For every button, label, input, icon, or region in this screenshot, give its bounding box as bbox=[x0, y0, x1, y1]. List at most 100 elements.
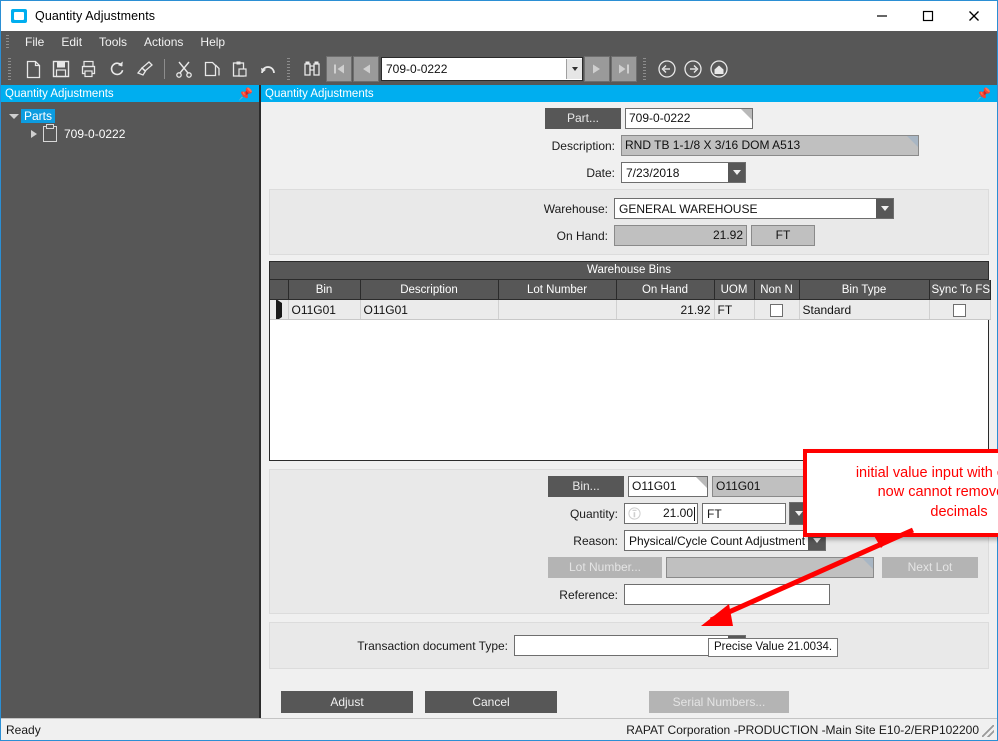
cell-uom: FT bbox=[714, 299, 755, 320]
close-icon[interactable] bbox=[951, 1, 997, 31]
grid-col-lot-number[interactable]: Lot Number bbox=[498, 280, 617, 300]
expander-collapse-icon[interactable] bbox=[7, 113, 21, 119]
grid-col-uom[interactable]: UOM bbox=[714, 280, 755, 300]
lot-number-button: Lot Number... bbox=[548, 557, 662, 578]
forward-icon[interactable] bbox=[680, 56, 706, 82]
menu-bar: File Edit Tools Actions Help bbox=[1, 31, 997, 53]
menu-tools[interactable]: Tools bbox=[91, 33, 135, 51]
part-row: Part... 709-0-0222 bbox=[269, 108, 989, 129]
status-left-text: Ready bbox=[6, 722, 41, 737]
chevron-down-icon[interactable] bbox=[876, 199, 893, 218]
menu-grip[interactable] bbox=[4, 34, 13, 50]
menu-actions[interactable]: Actions bbox=[136, 33, 191, 51]
annotation-line-2: now cannot remove extra bbox=[877, 484, 998, 501]
search-input[interactable] bbox=[382, 59, 566, 79]
reason-select[interactable]: Physical/Cycle Count Adjustment bbox=[624, 530, 826, 551]
warehouse-select[interactable]: GENERAL WAREHOUSE bbox=[614, 198, 894, 219]
expander-expand-icon[interactable] bbox=[27, 130, 41, 138]
bin-lookup-button[interactable]: Bin... bbox=[548, 476, 624, 497]
bin-field[interactable]: O11G01 bbox=[628, 476, 708, 497]
date-value: 7/23/2018 bbox=[626, 165, 680, 180]
save-icon[interactable] bbox=[47, 56, 75, 82]
reason-value: Physical/Cycle Count Adjustment bbox=[629, 533, 806, 548]
chevron-down-icon[interactable] bbox=[566, 59, 582, 79]
quantity-input[interactable]: 21.00 bbox=[624, 503, 698, 524]
grid-caption: Warehouse Bins bbox=[270, 262, 988, 280]
grid-empty-area bbox=[270, 320, 988, 460]
binoculars-search-icon[interactable] bbox=[298, 56, 326, 82]
grid-col-description[interactable]: Description bbox=[360, 280, 499, 300]
grid-col-non-n[interactable]: Non N bbox=[754, 280, 800, 300]
menu-file[interactable]: File bbox=[17, 33, 52, 51]
reference-field[interactable] bbox=[624, 584, 830, 605]
tree-node-parts-label: Parts bbox=[21, 109, 56, 123]
first-record-icon[interactable] bbox=[326, 56, 352, 82]
toolbar-grip-2[interactable] bbox=[285, 57, 294, 81]
grid-col-bin[interactable]: Bin bbox=[288, 280, 361, 300]
sidebar-header-label: Quantity Adjustments bbox=[5, 87, 114, 100]
checkbox-non-n[interactable] bbox=[770, 303, 783, 317]
next-record-icon[interactable] bbox=[584, 56, 610, 82]
record-search-box[interactable] bbox=[381, 57, 583, 81]
adjust-button[interactable]: Adjust bbox=[281, 691, 413, 713]
toolbar-grip[interactable] bbox=[6, 57, 15, 81]
date-picker[interactable]: 7/23/2018 bbox=[621, 162, 746, 183]
row-selector[interactable] bbox=[270, 299, 289, 320]
back-icon[interactable] bbox=[654, 56, 680, 82]
calculator-icon[interactable] bbox=[625, 507, 643, 520]
part-lookup-button[interactable]: Part... bbox=[545, 108, 621, 129]
toolbar bbox=[1, 53, 997, 85]
minimize-icon[interactable] bbox=[859, 1, 905, 31]
print-icon[interactable] bbox=[75, 56, 103, 82]
last-record-icon[interactable] bbox=[611, 56, 637, 82]
on-hand-uom: FT bbox=[751, 225, 815, 246]
refresh-icon[interactable] bbox=[103, 56, 131, 82]
cancel-button[interactable]: Cancel bbox=[425, 691, 557, 713]
tree-node-part-item[interactable]: 709-0-0222 bbox=[7, 124, 259, 143]
main-pin-icon[interactable]: 📌 bbox=[976, 88, 991, 100]
action-buttons: Adjust Cancel Serial Numbers... bbox=[261, 685, 997, 718]
copy-icon[interactable] bbox=[198, 56, 226, 82]
quantity-value: 21.00 bbox=[662, 506, 693, 520]
cut-icon[interactable] bbox=[170, 56, 198, 82]
quantity-uom-select[interactable]: FT bbox=[702, 502, 808, 525]
application-window: Quantity Adjustments File Edit Tools Act… bbox=[0, 0, 998, 741]
new-document-icon[interactable] bbox=[19, 56, 47, 82]
undo-icon[interactable] bbox=[254, 56, 282, 82]
toolbar-grip-3[interactable] bbox=[641, 57, 650, 81]
grid-col-on-hand[interactable]: On Hand bbox=[616, 280, 715, 300]
cell-non-n[interactable] bbox=[754, 299, 800, 320]
chevron-down-icon[interactable] bbox=[728, 163, 745, 182]
part-field[interactable]: 709-0-0222 bbox=[625, 108, 753, 129]
next-lot-button: Next Lot bbox=[882, 557, 978, 578]
paste-icon[interactable] bbox=[226, 56, 254, 82]
transaction-doc-row: Transaction document Type: bbox=[270, 635, 988, 656]
reference-row: Reference: bbox=[270, 584, 988, 605]
tree-node-parts[interactable]: Parts bbox=[7, 107, 259, 125]
maximize-icon[interactable] bbox=[905, 1, 951, 31]
menu-edit[interactable]: Edit bbox=[53, 33, 90, 51]
cell-sync-to-fsa[interactable] bbox=[929, 299, 991, 320]
clear-icon[interactable] bbox=[131, 56, 159, 82]
resize-grip[interactable] bbox=[982, 725, 994, 737]
on-hand-label: On Hand: bbox=[556, 228, 608, 243]
on-hand-value: 21.92 bbox=[614, 225, 747, 246]
main-panel: Quantity Adjustments 📌 Part... 709-0-022… bbox=[261, 85, 998, 718]
on-hand-row: On Hand: 21.92 FT bbox=[270, 225, 988, 246]
checkbox-sync-to-fsa[interactable] bbox=[953, 303, 966, 317]
previous-record-icon[interactable] bbox=[353, 56, 379, 82]
body-split: Quantity Adjustments 📌 Parts 709-0-0222 … bbox=[1, 85, 998, 718]
pin-icon[interactable]: 📌 bbox=[238, 88, 253, 100]
home-icon[interactable] bbox=[706, 56, 732, 82]
lot-number-row: Lot Number... Next Lot bbox=[270, 557, 988, 578]
parts-tree: Parts 709-0-0222 bbox=[1, 102, 259, 718]
grid-col-sync-to-fsa[interactable]: Sync To FSA bbox=[929, 280, 991, 300]
cell-bin-type: Standard bbox=[799, 299, 930, 320]
description-row: Description: RND TB 1-1/8 X 3/16 DOM A51… bbox=[269, 135, 989, 156]
grid-col-bin-type[interactable]: Bin Type bbox=[799, 280, 930, 300]
menu-help[interactable]: Help bbox=[192, 33, 233, 51]
sidebar-header: Quantity Adjustments 📌 bbox=[1, 85, 259, 102]
warehouse-row: Warehouse: GENERAL WAREHOUSE bbox=[270, 198, 988, 219]
cell-description: O11G01 bbox=[360, 299, 499, 320]
table-row[interactable]: O11G01 O11G01 21.92 FT Standard bbox=[270, 299, 991, 320]
